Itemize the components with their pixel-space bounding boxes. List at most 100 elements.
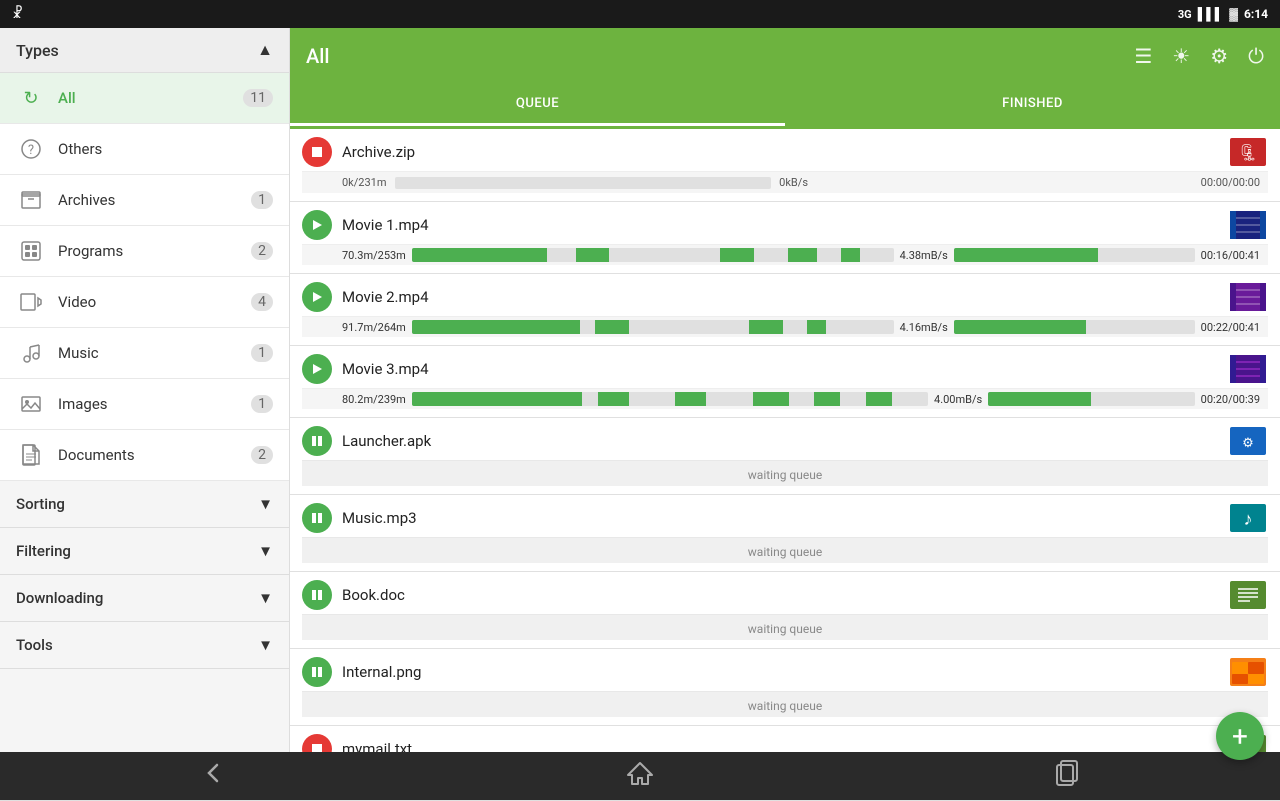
pause-button-launcher[interactable] <box>302 426 332 456</box>
downloading-label: Downloading <box>16 589 103 607</box>
images-icon <box>16 389 46 419</box>
archives-icon <box>16 185 46 215</box>
thumb-movie1 <box>1228 210 1268 240</box>
filename-launcher: Launcher.apk <box>342 432 1228 450</box>
content-header: All ☰ ☀ ⚙ ⏻ <box>290 28 1280 84</box>
sidebar-item-archives[interactable]: Archives 1 <box>0 175 289 226</box>
sidebar-item-others-label: Others <box>58 140 273 158</box>
thumb-launcher: ⚙ <box>1228 426 1268 456</box>
tab-queue[interactable]: QUEUE <box>290 84 785 126</box>
settings-icon[interactable]: ⚙ <box>1210 44 1228 68</box>
clock: 6:14 <box>1244 7 1268 21</box>
documents-icon <box>16 440 46 470</box>
waiting-text-music: waiting queue <box>748 545 822 559</box>
filename-book: Book.doc <box>342 586 1228 604</box>
sidebar-item-images[interactable]: Images 1 <box>0 379 289 430</box>
svg-text:⚙: ⚙ <box>1242 436 1254 451</box>
network-indicator: 3G <box>1178 8 1192 21</box>
thumb-music: ♪ <box>1228 503 1268 533</box>
tools-label: Tools <box>16 636 53 654</box>
globe-icon[interactable]: ☀ <box>1172 44 1190 68</box>
download-item-movie1: Movie 1.mp4 70.3m/253m <box>290 202 1280 274</box>
download-item-book: Book.doc waiting queue <box>290 572 1280 649</box>
sidebar-item-video-label: Video <box>58 293 251 311</box>
types-header[interactable]: Types ▲ <box>0 28 289 73</box>
downloading-section[interactable]: Downloading ▼ <box>0 575 289 622</box>
list-view-icon[interactable]: ☰ <box>1134 44 1152 68</box>
download-list: Archive.zip 🗜 0k/231m 0kB/s 00:00/00:00 <box>290 129 1280 800</box>
sorting-label: Sorting <box>16 495 65 513</box>
video-icon <box>16 287 46 317</box>
sidebar-item-programs-label: Programs <box>58 242 251 260</box>
thumb-book <box>1228 580 1268 610</box>
types-chevron-icon: ▲ <box>257 40 273 60</box>
filename-archive-zip: Archive.zip <box>342 143 1228 161</box>
others-icon: ? <box>16 134 46 164</box>
filename-internal: Internal.png <box>342 663 1228 681</box>
programs-icon <box>16 236 46 266</box>
waiting-text-internal: waiting queue <box>748 699 822 713</box>
add-download-fab[interactable]: + <box>1216 712 1264 760</box>
sidebar-item-all-label: All <box>58 89 243 107</box>
plus-icon: + <box>1232 720 1248 753</box>
home-button[interactable] <box>602 751 678 801</box>
sidebar-item-documents-label: Documents <box>58 446 251 464</box>
thumb-movie3 <box>1228 354 1268 384</box>
sidebar-item-archives-count: 1 <box>251 191 273 209</box>
play-button-movie2[interactable] <box>302 282 332 312</box>
filtering-section[interactable]: Filtering ▼ <box>0 528 289 575</box>
download-item-archive-zip: Archive.zip 🗜 0k/231m 0kB/s 00:00/00:00 <box>290 129 1280 202</box>
pause-button-internal[interactable] <box>302 657 332 687</box>
sidebar-item-documents[interactable]: Documents 2 <box>0 430 289 481</box>
sidebar-item-all[interactable]: ↻ All 11 <box>0 73 289 124</box>
music-icon <box>16 338 46 368</box>
thumb-archive-zip: 🗜 <box>1228 137 1268 167</box>
pause-button-book[interactable] <box>302 580 332 610</box>
pause-button-music[interactable] <box>302 503 332 533</box>
svg-text:🗜: 🗜 <box>1238 143 1258 162</box>
filename-music: Music.mp3 <box>342 509 1228 527</box>
back-button[interactable] <box>175 751 251 801</box>
download-item-music: Music.mp3 ♪ waiting queue <box>290 495 1280 572</box>
stop-button-archive-zip[interactable] <box>302 137 332 167</box>
sidebar-item-all-count: 11 <box>243 89 273 107</box>
recents-button[interactable] <box>1029 751 1105 801</box>
downloading-chevron-icon: ▼ <box>258 589 273 607</box>
thumb-internal <box>1228 657 1268 687</box>
svg-text:?: ? <box>28 143 34 158</box>
filename-movie1: Movie 1.mp4 <box>342 216 1228 234</box>
sidebar: Types ▲ ↻ All 11 ? Others Arc <box>0 28 290 800</box>
sidebar-item-music-label: Music <box>58 344 251 362</box>
download-item-movie3: Movie 3.mp4 80.2m/239m <box>290 346 1280 418</box>
thumb-movie2 <box>1228 282 1268 312</box>
status-bar: ☧ 3G ▌▌▌ ▓ 6:14 <box>0 0 1280 28</box>
sidebar-item-programs[interactable]: Programs 2 <box>0 226 289 277</box>
download-item-movie2: Movie 2.mp4 91.7m/264m 4.16 <box>290 274 1280 346</box>
sidebar-item-documents-count: 2 <box>251 446 273 464</box>
android-icon: ☧ <box>12 6 23 22</box>
sidebar-item-video-count: 4 <box>251 293 273 311</box>
filtering-label: Filtering <box>16 542 71 560</box>
download-item-internal: Internal.png waiting queu <box>290 649 1280 726</box>
svg-text:♪: ♪ <box>1244 509 1253 530</box>
types-label: Types <box>16 41 59 60</box>
tab-bar: QUEUE FINISHED <box>290 84 1280 129</box>
sorting-section[interactable]: Sorting ▼ <box>0 481 289 528</box>
tools-section[interactable]: Tools ▼ <box>0 622 289 669</box>
tools-chevron-icon: ▼ <box>258 636 273 654</box>
play-button-movie3[interactable] <box>302 354 332 384</box>
sidebar-item-music[interactable]: Music 1 <box>0 328 289 379</box>
tab-finished[interactable]: FINISHED <box>785 84 1280 126</box>
download-item-launcher: Launcher.apk ⚙ waiting queue <box>290 418 1280 495</box>
sorting-chevron-icon: ▼ <box>258 495 273 513</box>
page-title: All <box>306 44 329 68</box>
waiting-text-book: waiting queue <box>748 622 822 636</box>
sidebar-item-others[interactable]: ? Others <box>0 124 289 175</box>
bottom-navigation <box>0 752 1280 800</box>
power-icon[interactable]: ⏻ <box>1248 44 1264 68</box>
play-button-movie1[interactable] <box>302 210 332 240</box>
sidebar-item-images-count: 1 <box>251 395 273 413</box>
sidebar-item-video[interactable]: Video 4 <box>0 277 289 328</box>
sidebar-item-music-count: 1 <box>251 344 273 362</box>
filename-movie3: Movie 3.mp4 <box>342 360 1228 378</box>
